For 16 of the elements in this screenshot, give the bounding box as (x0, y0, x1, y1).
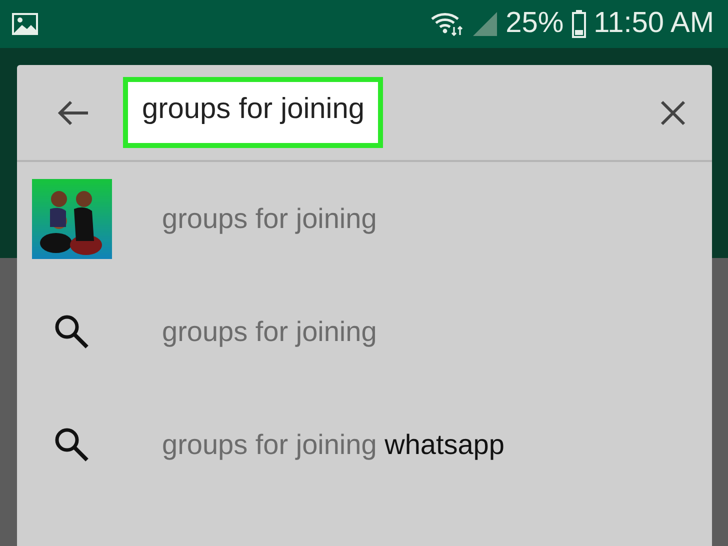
app-icon (32, 178, 112, 258)
battery-percentage: 25% (506, 6, 564, 42)
back-icon[interactable] (57, 100, 89, 126)
suggestion-text: groups for joining (162, 314, 377, 349)
battery-icon (572, 10, 586, 38)
search-icon (54, 314, 90, 350)
image-icon (12, 13, 38, 35)
wifi-icon (430, 11, 464, 37)
suggestion-text: groups for joining (162, 202, 377, 236)
signal-icon (472, 11, 498, 37)
search-field[interactable]: groups for joining (123, 76, 384, 148)
search-icon (54, 426, 90, 462)
suggestion-row[interactable]: groups for joining whatsapp (17, 388, 712, 501)
clock: 11:50 AM (594, 6, 714, 42)
suggestion-text: groups for joining whatsapp (162, 428, 504, 462)
close-icon[interactable] (660, 100, 686, 126)
